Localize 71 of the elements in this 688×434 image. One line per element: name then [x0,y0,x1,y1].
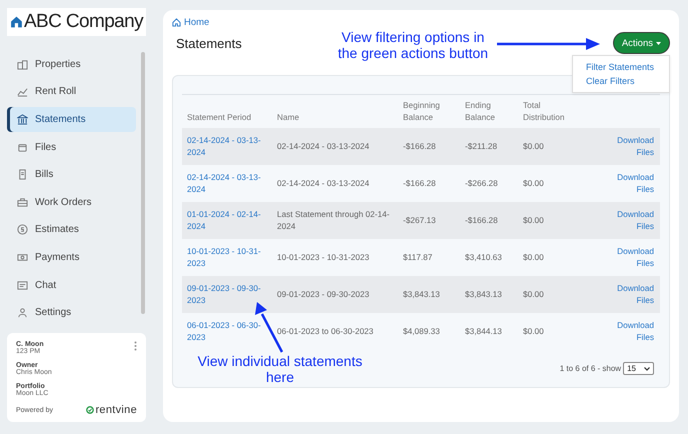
house-icon [172,18,181,27]
annotation-text: View filtering options in the green actions button [336,29,490,61]
table-cell: -$267.13 [403,214,436,225]
sidebar-item[interactable]: Rent Roll [7,80,136,104]
statement-link[interactable]: 06-01-2023 - 06-30-2023 [187,320,269,344]
home-link[interactable]: Home [172,17,210,28]
logo-text: ABC Company [24,11,143,33]
briefcase-icon [17,196,28,208]
cash-icon [17,252,28,263]
table-cell: 06-01-2023 to 06-30-2023 [277,326,374,336]
sidebar-item[interactable]: Estimates [7,218,136,242]
table-cell: $4,089.33 [403,326,440,336]
sidebar-item[interactable]: Files [7,134,136,160]
table-cell: $0.00 [523,140,544,151]
caret-icon [656,42,661,44]
more-icon[interactable] [134,341,137,351]
sidebar-item[interactable]: Properties [7,52,136,77]
table-cell: $3,844.13 [465,326,502,336]
person-icon [17,307,28,318]
menu-item[interactable]: Clear Filters [573,74,669,88]
table-cell: $0.00 [523,178,544,188]
table-cell: 02-14-2024 - 03-13-2024 [277,178,370,188]
chevron-icon [644,366,650,371]
table-cell: 09-01-2023 - 09-30-2023 [277,288,370,299]
page-size-select[interactable]: 15 [623,362,654,376]
table-cell: $0.00 [523,214,544,225]
column-header: Name [273,94,399,128]
table-cell: $3,843.13 [465,288,502,299]
download-link[interactable]: Download Files [614,172,654,196]
sidebar-item[interactable]: Work Orders [7,190,136,215]
page-title: Statements [176,36,242,50]
column-header: Ending Balance [461,94,519,128]
column-header: Statement Period [182,94,273,128]
column-header: Total Distribution [519,94,581,128]
table-cell: -$266.28 [465,178,498,188]
message-icon [17,280,28,291]
column-header: Beginning Balance [399,94,461,128]
menu-item[interactable]: Filter Statements [573,60,669,74]
table-cell: -$166.28 [403,178,436,188]
table-cell: -$211.28 [465,140,498,151]
sidebar-item[interactable]: Chat [7,272,136,298]
scrollbar[interactable] [141,52,145,314]
table-cell: $3,410.63 [465,252,502,262]
buildings-icon [17,58,28,70]
table-cell: $3,843.13 [403,288,440,299]
chart-icon [17,86,28,98]
box-icon [17,142,28,153]
table-cell: $117.87 [403,252,432,262]
sidebar-item[interactable]: Bills [7,162,136,187]
sidebar-item[interactable]: Payments [7,245,136,270]
table-cell: -$166.28 [403,140,436,151]
dollar-icon [17,224,28,236]
table-cell: $0.00 [523,326,544,336]
table-cell: $0.00 [523,288,544,299]
table-cell: 02-14-2024 - 03-13-2024 [277,140,370,151]
receipt-icon [17,169,28,180]
table-cell: -$166.28 [465,214,498,225]
download-link[interactable]: Download Files [614,320,654,344]
table-cell: $0.00 [523,252,544,262]
pager-text: 1 to 6 of 6 - show [560,364,622,374]
statement-link[interactable]: 10-01-2023 - 10-31-2023 [187,246,269,270]
table-cell: Last Statement through 02-14-2024 [277,209,390,231]
brand-logo-text: rentvine [95,404,137,416]
bank-icon [17,114,28,125]
table-cell: 10-01-2023 - 10-31-2023 [277,252,370,262]
statement-link[interactable]: 02-14-2024 - 03-13-2024 [187,172,269,196]
actions-button[interactable]: Actions [612,32,670,54]
sidebar-item[interactable]: Settings [7,300,136,325]
download-link[interactable]: Download Files [614,246,654,270]
sidebar-item[interactable]: Statements [7,107,136,132]
annotation-text: View individual statements here [196,353,364,385]
